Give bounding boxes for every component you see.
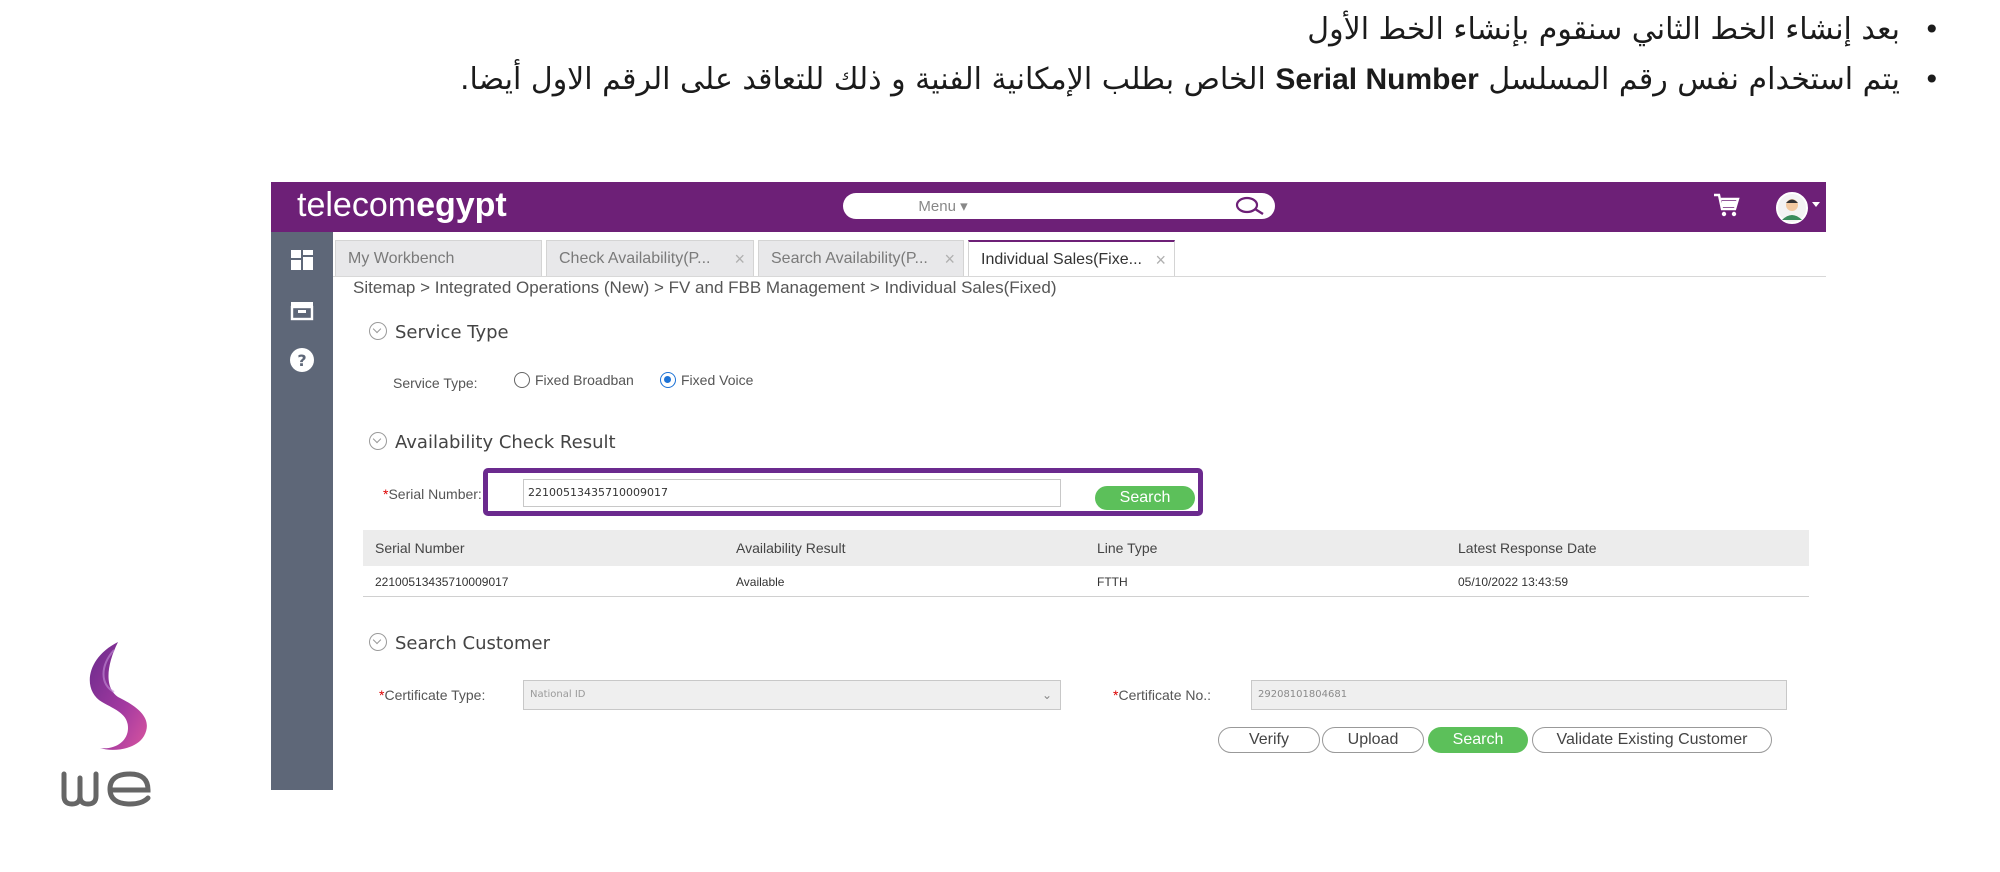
svg-text:?: ? [297, 351, 306, 370]
collapse-chevron-icon[interactable] [369, 322, 387, 340]
we-logo: WE [56, 640, 196, 820]
tab-check-availability[interactable]: Check Availability(P... × [546, 240, 754, 276]
col-serial-number: Serial Number [375, 540, 465, 556]
shopping-cart-icon[interactable] [1712, 192, 1740, 222]
search-customer-section-header[interactable]: Search Customer [369, 633, 550, 654]
tab-bar: My Workbench Check Availability(P... × Se… [333, 232, 1826, 277]
tab-label: My Workbench [348, 250, 455, 267]
collapse-chevron-icon[interactable] [369, 432, 387, 450]
bullet-dot: • [1923, 13, 1940, 46]
radio-fixed-voice[interactable] [660, 372, 676, 388]
service-type-label: Service Type: [393, 375, 478, 391]
section-title: Availability Check Result [395, 432, 616, 453]
bullet-2-text-a: يتم استخدام نفس رقم المسلسل [1478, 62, 1900, 97]
certificate-type-select[interactable]: National ID ⌄ [523, 680, 1061, 710]
tab-search-availability[interactable]: Search Availability(P... × [758, 240, 964, 276]
certificate-no-label-text: Certificate No.: [1118, 687, 1212, 703]
breadcrumb: Sitemap > Integrated Operations (New) > … [353, 278, 1057, 297]
col-availability-result: Availability Result [736, 540, 846, 556]
section-title: Service Type [395, 322, 509, 343]
menu-search-bar[interactable]: Menu ▾ [843, 193, 1275, 219]
table-header: Serial Number Availability Result Line T… [363, 530, 1809, 566]
cell-line-type: FTTH [1097, 575, 1128, 589]
validate-existing-customer-button[interactable]: Validate Existing Customer [1532, 727, 1772, 753]
we-logo-text: WE [56, 640, 58, 641]
bullet-1: • بعد إنشاء الخط الثاني سنقوم بإنشاء الخ… [168, 10, 1948, 50]
close-icon[interactable]: × [1155, 242, 1166, 276]
chevron-down-icon[interactable]: ⌄ [1042, 681, 1052, 709]
col-line-type: Line Type [1097, 540, 1158, 556]
cell-latest-response-date: 05/10/2022 13:43:59 [1458, 575, 1569, 589]
tab-label: Individual Sales(Fixe... [981, 251, 1142, 268]
tab-label: Search Availability(P... [771, 250, 928, 267]
cell-serial-number: 22100513435710009017 [375, 575, 509, 589]
certificate-no-input[interactable]: 29208101804681 [1251, 680, 1787, 710]
certificate-type-value: National ID [530, 689, 586, 700]
service-type-section-header[interactable]: Service Type [369, 322, 509, 343]
certificate-type-label-text: Certificate Type: [384, 687, 486, 703]
menu-label[interactable]: Menu ▾ [843, 197, 1043, 215]
option-fixed-broadband-label: Fixed Broadban [535, 372, 634, 388]
search-icon[interactable] [1233, 196, 1267, 220]
tab-individual-sales[interactable]: Individual Sales(Fixe... × [968, 240, 1175, 276]
serial-number-label-text: Serial Number: [388, 486, 482, 502]
collapse-chevron-icon[interactable] [369, 633, 387, 651]
bullet-1-text: بعد إنشاء الخط الثاني سنقوم بإنشاء الخط … [1307, 12, 1900, 47]
logo-bold: egypt [416, 186, 507, 224]
bullet-2-serial-term: Serial Number [1275, 63, 1479, 96]
tab-label: Check Availability(P... [559, 250, 711, 267]
close-icon[interactable]: × [734, 241, 745, 276]
close-icon[interactable]: × [944, 241, 955, 276]
upload-button[interactable]: Upload [1322, 727, 1424, 753]
section-title: Search Customer [395, 633, 550, 654]
dashboard-icon[interactable] [288, 246, 316, 274]
cell-availability-result: Available [736, 575, 785, 589]
serial-number-label: *Serial Number: [383, 486, 482, 502]
telecom-egypt-logo: telecomegypt [297, 186, 507, 225]
tab-my-workbench[interactable]: My Workbench [335, 240, 542, 276]
side-navigation: ? [271, 232, 333, 790]
logo-light: telecom [297, 186, 417, 224]
crm-app-screenshot: telecomegypt Menu ▾ ? My Workbench Check… [271, 182, 1826, 790]
availability-table: Serial Number Availability Result Line T… [363, 530, 1809, 597]
help-icon[interactable]: ? [288, 346, 316, 374]
certificate-no-label: *Certificate No.: [1113, 687, 1211, 703]
bullet-2: • يتم استخدام نفس رقم المسلسل Serial Num… [168, 60, 1948, 100]
bullet-2-text-b: الخاص بطلب الإمكانية الفنية و ذلك للتعاق… [459, 62, 1276, 97]
inbox-icon[interactable] [288, 296, 316, 324]
table-row[interactable]: 22100513435710009017 Available FTTH 05/1… [363, 566, 1809, 597]
customer-search-button[interactable]: Search [1428, 727, 1528, 753]
slide-bullets: • بعد إنشاء الخط الثاني سنقوم بإنشاء الخ… [168, 10, 1948, 110]
certificate-type-label: *Certificate Type: [379, 687, 485, 703]
bullet-dot: • [1923, 63, 1940, 96]
availability-section-header[interactable]: Availability Check Result [369, 432, 616, 453]
option-fixed-voice-label: Fixed Voice [681, 372, 754, 388]
col-latest-response-date: Latest Response Date [1458, 540, 1597, 556]
chevron-down-icon[interactable] [1812, 202, 1820, 207]
user-avatar-icon[interactable] [1776, 192, 1808, 224]
highlight-box [483, 468, 1203, 516]
verify-button[interactable]: Verify [1218, 727, 1320, 753]
top-bar: telecomegypt Menu ▾ [271, 182, 1826, 232]
radio-fixed-broadband[interactable] [514, 372, 530, 388]
